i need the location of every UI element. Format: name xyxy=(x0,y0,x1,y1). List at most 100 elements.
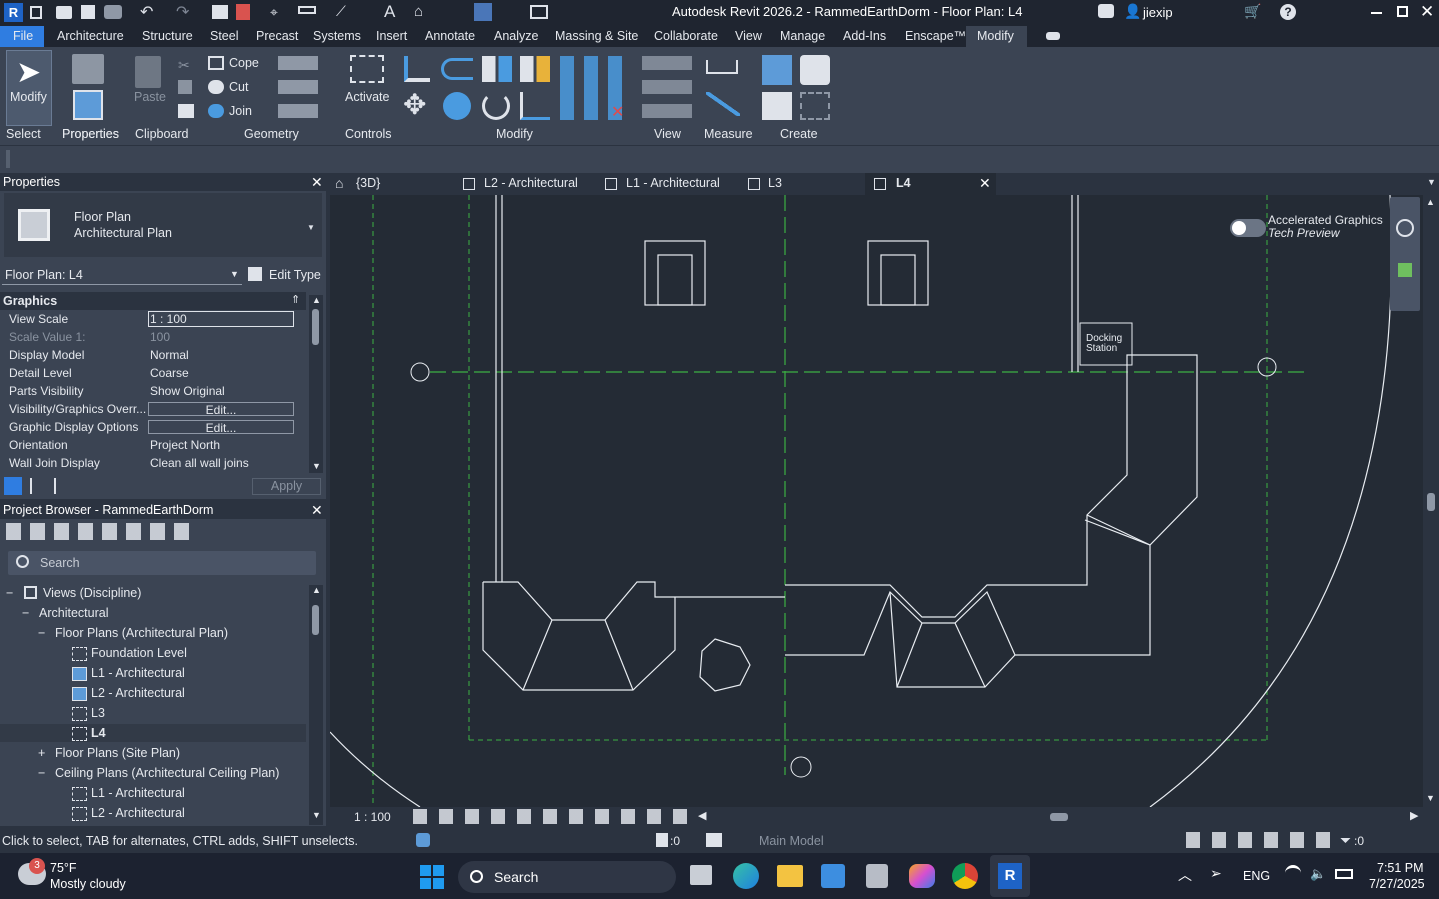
edge-icon[interactable] xyxy=(733,863,759,889)
tab-structure[interactable]: Structure xyxy=(142,29,193,43)
clock-date[interactable]: 7/27/2025 xyxy=(1369,877,1425,891)
doc-tab-l3[interactable]: L3 xyxy=(768,176,782,190)
browser-toolbar-icons[interactable] xyxy=(6,523,190,540)
graphics-section-header[interactable]: Graphics ⇑ xyxy=(0,292,306,310)
paste-icon[interactable] xyxy=(135,56,161,88)
scroll-down-icon[interactable]: ▼ xyxy=(312,810,321,820)
offset-icon[interactable] xyxy=(441,58,473,80)
tab-architecture[interactable]: Architecture xyxy=(57,29,124,43)
menu-icon[interactable] xyxy=(30,6,42,19)
search-input[interactable]: Search xyxy=(40,556,80,570)
create-assembly-icon[interactable] xyxy=(762,55,792,85)
scroll-up-icon[interactable]: ▲ xyxy=(1426,197,1435,207)
editable-icon[interactable] xyxy=(656,833,668,847)
aligned-dimension-icon[interactable] xyxy=(706,92,740,116)
prop-value[interactable]: Show Original xyxy=(150,384,225,398)
filter-icon[interactable]: ⏷ xyxy=(1340,832,1351,849)
dimension-icon[interactable] xyxy=(298,6,316,14)
create-similar-icon[interactable] xyxy=(800,92,830,120)
tree-item-l2-architectural[interactable]: L2 - Architectural xyxy=(91,686,185,700)
text-icon[interactable]: A xyxy=(384,2,395,22)
rotate-icon[interactable] xyxy=(482,92,510,120)
tab-annotate[interactable]: Annotate xyxy=(425,29,475,43)
prop-value[interactable]: Project North xyxy=(150,438,220,452)
doc-tab-l2[interactable]: L2 - Architectural xyxy=(484,176,578,190)
options-bar-grip[interactable] xyxy=(6,150,10,168)
prop-row[interactable]: Detail Level Coarse xyxy=(4,364,306,382)
tab-close-icon[interactable]: ✕ xyxy=(979,175,991,192)
accelerated-graphics-toggle[interactable] xyxy=(1230,219,1266,237)
help-icon[interactable]: ? xyxy=(1280,4,1296,20)
graphic-display-edit-button[interactable]: Edit... xyxy=(148,420,294,435)
print-icon[interactable] xyxy=(212,5,228,19)
scroll-up-icon[interactable]: ▲ xyxy=(312,295,321,305)
browser-scrollbar[interactable]: ▲ ▼ xyxy=(309,585,323,825)
delete-icon[interactable]: ✕ xyxy=(611,102,624,122)
sync-icon[interactable] xyxy=(104,5,122,19)
scroll-thumb[interactable] xyxy=(312,605,319,635)
canvas-vertical-scrollbar[interactable]: ▲ ▼ xyxy=(1423,195,1439,807)
create-group-icon[interactable] xyxy=(762,92,792,120)
scroll-thumb[interactable] xyxy=(1427,493,1435,511)
tab-overflow-icon[interactable]: ▼ xyxy=(1427,177,1436,187)
tab-collaborate[interactable]: Collaborate xyxy=(654,29,718,43)
task-view-icon[interactable] xyxy=(690,865,712,885)
app-icon[interactable] xyxy=(866,864,888,888)
start-icon[interactable] xyxy=(420,865,444,889)
tree-item-architectural[interactable]: Architectural xyxy=(39,606,108,620)
doc-tab-l4[interactable]: L4 xyxy=(896,176,911,190)
revit-logo-icon[interactable]: R xyxy=(4,3,23,22)
apply-button[interactable]: Apply xyxy=(252,478,321,495)
hscroll-right-icon[interactable]: ▶ xyxy=(1410,809,1418,822)
floor-plan-drawing[interactable] xyxy=(330,195,1423,807)
sort-za-icon[interactable] xyxy=(54,478,68,494)
type-selector[interactable]: Floor Plan Architectural Plan ▼ xyxy=(4,193,322,257)
tab-modify[interactable]: Modify xyxy=(977,29,1014,43)
tree-item-site-plans[interactable]: Floor Plans (Site Plan) xyxy=(55,746,180,760)
undo-icon[interactable]: ↶ xyxy=(140,2,153,22)
file-explorer-icon[interactable] xyxy=(777,865,803,887)
prop-row[interactable]: Wall Join Display Clean all wall joins xyxy=(4,454,306,472)
view-controls-icons[interactable] xyxy=(413,809,689,824)
language-indicator[interactable]: ENG xyxy=(1243,869,1270,883)
prop-value[interactable]: Coarse xyxy=(150,366,189,380)
hscroll-thumb[interactable] xyxy=(1050,813,1068,821)
tree-item-l4[interactable]: L4 xyxy=(91,726,106,740)
tree-item-ceiling-l2[interactable]: L2 - Architectural xyxy=(91,806,185,820)
tab-systems[interactable]: Systems xyxy=(313,29,361,43)
scroll-thumb[interactable] xyxy=(312,309,319,345)
minimize-icon[interactable] xyxy=(1371,12,1382,14)
redo-icon[interactable]: ↷ xyxy=(176,2,189,22)
prop-row[interactable]: Display Model Normal xyxy=(4,346,306,364)
scroll-up-icon[interactable]: ▲ xyxy=(312,585,321,595)
tab-steel[interactable]: Steel xyxy=(210,29,239,43)
selection-filters-icons[interactable] xyxy=(1186,832,1332,848)
ribbon-panel-toggle-icon[interactable] xyxy=(1046,32,1060,40)
properties-scrollbar[interactable]: ▲ ▼ xyxy=(309,295,323,473)
tray-chevron-icon[interactable]: ︿ xyxy=(1178,865,1192,885)
sheet-icon[interactable] xyxy=(236,4,250,20)
close-icon[interactable]: ✕ xyxy=(1420,2,1434,22)
cut-button[interactable]: Cut xyxy=(229,80,248,94)
properties-close-icon[interactable]: ✕ xyxy=(311,174,323,191)
location-icon[interactable]: ➢ xyxy=(1210,865,1222,882)
binoculars-icon[interactable] xyxy=(1098,4,1114,18)
geometry-tools-icon[interactable] xyxy=(278,56,318,118)
prop-value[interactable]: Normal xyxy=(150,348,189,362)
cope-icon[interactable] xyxy=(208,56,224,70)
taskbar-search[interactable]: Search xyxy=(458,861,676,893)
tree-toggle-icon[interactable]: − xyxy=(6,586,13,600)
tree-item-ceiling-l1[interactable]: L1 - Architectural xyxy=(91,786,185,800)
measure-icon[interactable]: ⌖ xyxy=(270,4,278,21)
wifi-icon[interactable] xyxy=(1285,865,1301,881)
tree-toggle-icon[interactable]: + xyxy=(38,746,45,760)
tree-toggle-icon[interactable]: − xyxy=(38,766,45,780)
restore-icon[interactable] xyxy=(1397,6,1408,17)
view-tools-icon[interactable] xyxy=(642,56,692,120)
weather-temp[interactable]: 75°F xyxy=(50,861,77,875)
properties-icon[interactable] xyxy=(73,90,103,120)
store-icon[interactable] xyxy=(821,864,845,888)
revit-taskbar-icon[interactable]: R xyxy=(998,863,1022,889)
save-icon[interactable] xyxy=(81,5,95,19)
home-view-icon[interactable]: ⌂ xyxy=(335,175,343,191)
